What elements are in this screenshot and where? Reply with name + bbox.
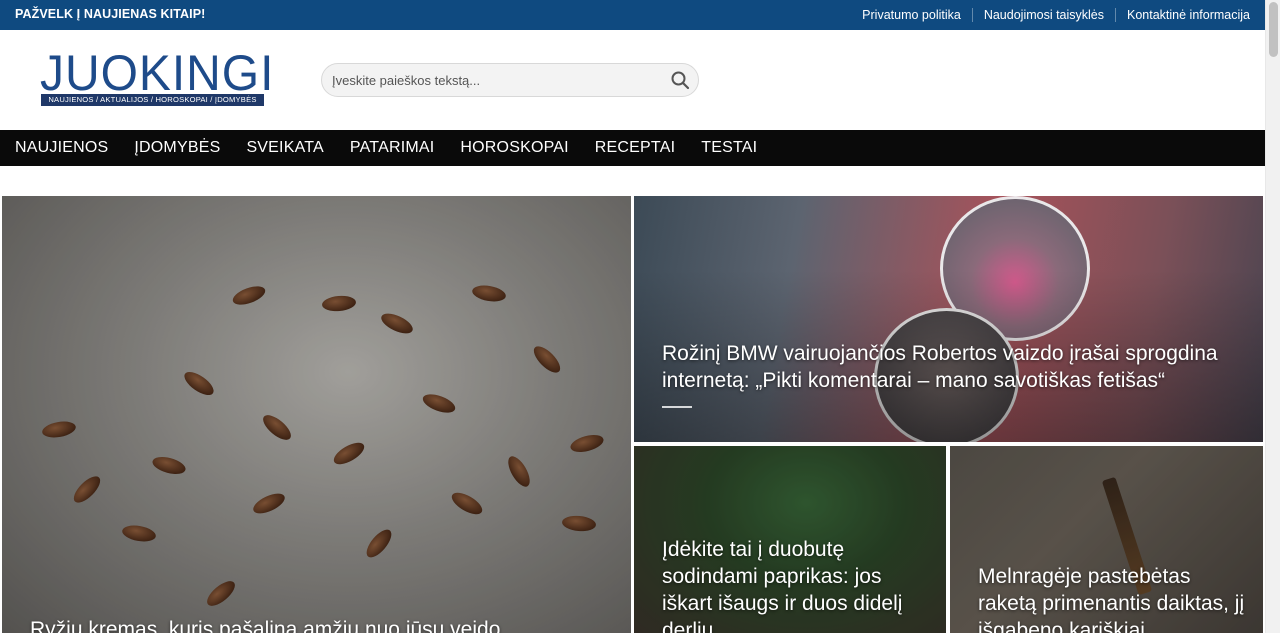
featured-article-big[interactable]: Ryžių kremas, kuris pašalina amžių nuo j…	[2, 196, 631, 633]
nav-item-naujienos[interactable]: NAUJIENOS	[15, 139, 108, 157]
article-title[interactable]: Melnragėje pastebėtas raketą primenantis…	[978, 563, 1248, 633]
nav-item-receptai[interactable]: RECEPTAI	[595, 139, 675, 157]
nav-item-sveikata[interactable]: SVEIKATA	[246, 139, 323, 157]
terms-of-use-link[interactable]: Naudojimosi taisyklės	[971, 8, 1115, 22]
top-bar: PAŽVELK Į NAUJIENAS KITAIP! Privatumo po…	[0, 0, 1265, 30]
article-title[interactable]: Ryžių kremas, kuris pašalina amžių nuo j…	[30, 616, 590, 633]
image-overlay	[634, 196, 1263, 442]
nav-item-idomybes[interactable]: ĮDOMYBĖS	[134, 139, 220, 157]
article-title[interactable]: Rožinį BMW vairuojančios Robertos vaizdo…	[662, 340, 1242, 394]
image-overlay	[2, 196, 631, 633]
search-icon[interactable]	[670, 70, 690, 90]
search-input[interactable]	[332, 64, 652, 96]
title-underline	[662, 406, 692, 408]
article-card-right[interactable]: Melnragėje pastebėtas raketą primenantis…	[950, 446, 1263, 633]
search-box	[321, 63, 699, 97]
logo-subtitle: NAUJIENOS / AKTUALIJOS / HOROSKOPAI / ĮD…	[41, 94, 264, 106]
top-links: Privatumo politika Naudojimosi taisyklės…	[851, 0, 1250, 30]
main-nav: NAUJIENOS ĮDOMYBĖS SVEIKATA PATARIMAI HO…	[0, 130, 1265, 166]
nav-item-patarimai[interactable]: PATARIMAI	[350, 139, 434, 157]
scrollbar-thumb[interactable]	[1269, 2, 1278, 57]
contact-info-link[interactable]: Kontaktinė informacija	[1115, 8, 1250, 22]
page-scrollbar[interactable]	[1265, 0, 1280, 633]
featured-article-top-right[interactable]: Rožinį BMW vairuojančios Robertos vaizdo…	[634, 196, 1263, 442]
privacy-policy-link[interactable]: Privatumo politika	[851, 8, 972, 22]
site-logo[interactable]: JUOKINGI NAUJIENOS / AKTUALIJOS / HOROSK…	[40, 45, 275, 108]
article-card-middle[interactable]: Įdėkite tai į duobutę sodindami paprikas…	[634, 446, 946, 633]
article-title[interactable]: Įdėkite tai į duobutę sodindami paprikas…	[662, 536, 932, 633]
nav-item-testai[interactable]: TESTAI	[701, 139, 757, 157]
site-header: JUOKINGI NAUJIENOS / AKTUALIJOS / HOROSK…	[0, 30, 1265, 130]
logo-wordmark: JUOKINGI	[40, 45, 275, 101]
nav-item-horoskopai[interactable]: HOROSKOPAI	[460, 139, 568, 157]
site-tagline: PAŽVELK Į NAUJIENAS KITAIP!	[15, 7, 206, 21]
